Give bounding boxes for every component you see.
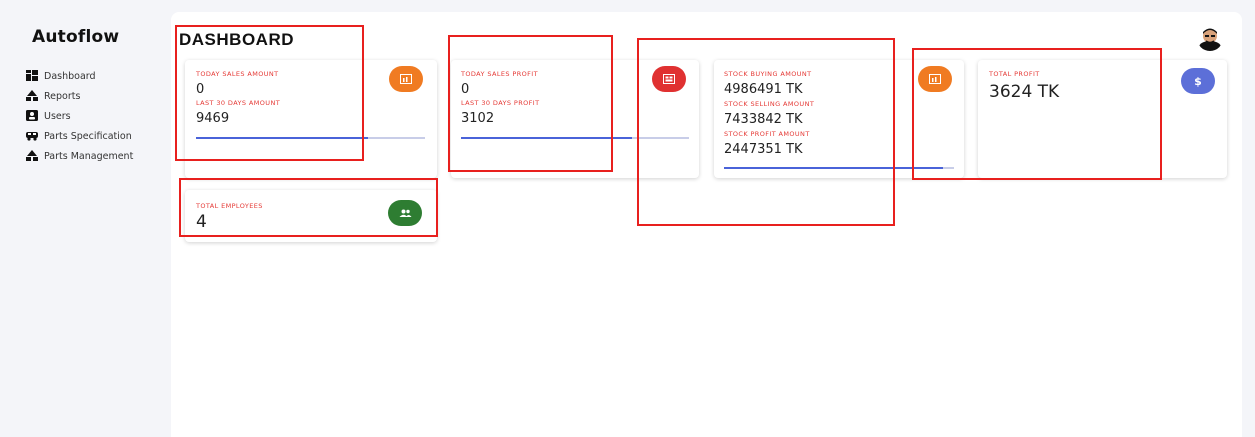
total-employees-value: 4	[196, 212, 207, 232]
stock-profit-amount-label: STOCK PROFIT AMOUNT	[724, 130, 810, 138]
last-30-days-profit-label: LAST 30 DAYS PROFIT	[461, 99, 540, 107]
reports-icon	[26, 90, 38, 102]
car-icon	[26, 130, 38, 142]
stock-profit-amount-value: 2447351 TK	[724, 142, 803, 157]
profit-progress-fill	[461, 137, 632, 139]
sidebar-item-parts-management[interactable]: Parts Management	[26, 146, 133, 166]
stock-selling-amount-value: 7433842 TK	[724, 112, 803, 127]
sidebar-nav: Dashboard Reports Users Parts Specificat…	[26, 66, 133, 166]
today-sales-profit-label: TODAY SALES PROFIT	[461, 70, 538, 78]
users-icon	[26, 110, 38, 122]
sidebar: Autoflow Dashboard Reports Users Parts S…	[0, 0, 170, 437]
last-30-days-amount-label: LAST 30 DAYS AMOUNT	[196, 99, 281, 107]
sidebar-item-dashboard[interactable]: Dashboard	[26, 66, 133, 86]
sales-card: TODAY SALES AMOUNT 0 LAST 30 DAYS AMOUNT…	[185, 60, 437, 178]
sidebar-item-label: Parts Specification	[44, 130, 132, 142]
stock-progress-fill	[724, 167, 943, 169]
chart-icon	[389, 66, 423, 92]
total-profit-value: 3624 TK	[989, 82, 1060, 102]
sidebar-item-label: Reports	[44, 90, 81, 102]
profit-card: TODAY SALES PROFIT 0 LAST 30 DAYS PROFIT…	[451, 60, 699, 178]
stock-buying-amount-label: STOCK BUYING AMOUNT	[724, 70, 812, 78]
sidebar-item-users[interactable]: Users	[26, 106, 133, 126]
sidebar-item-label: Dashboard	[44, 70, 96, 82]
sales-progress-bar	[196, 137, 425, 139]
last-30-days-profit-value: 3102	[461, 111, 495, 126]
avatar[interactable]	[1197, 25, 1223, 51]
stock-card: STOCK BUYING AMOUNT 4986491 TK STOCK SEL…	[714, 60, 964, 178]
dashboard-icon	[26, 70, 38, 82]
total-profit-card: TOTAL PROFIT 3624 TK $	[978, 60, 1227, 178]
sidebar-item-parts-specification[interactable]: Parts Specification	[26, 126, 133, 146]
employees-card: TOTAL EMPLOYEES 4	[185, 190, 437, 242]
stock-progress-bar	[724, 167, 954, 169]
brand-logo[interactable]: Autoflow	[32, 27, 119, 47]
stock-buying-amount-value: 4986491 TK	[724, 82, 803, 97]
page-title: DASHBOARD	[179, 30, 294, 49]
today-sales-amount-value: 0	[196, 82, 205, 97]
chart-icon	[918, 66, 952, 92]
sidebar-item-label: Users	[44, 110, 71, 122]
today-sales-profit-value: 0	[461, 82, 470, 97]
last-30-days-amount-value: 9469	[196, 111, 230, 126]
parts-icon	[26, 150, 38, 162]
receipt-icon	[652, 66, 686, 92]
sidebar-item-label: Parts Management	[44, 150, 134, 162]
total-profit-label: TOTAL PROFIT	[989, 70, 1040, 78]
today-sales-amount-label: TODAY SALES AMOUNT	[196, 70, 279, 78]
group-icon	[388, 200, 422, 226]
dollar-icon: $	[1181, 68, 1215, 94]
total-employees-label: TOTAL EMPLOYEES	[196, 202, 263, 210]
sidebar-item-reports[interactable]: Reports	[26, 86, 133, 106]
stock-selling-amount-label: STOCK SELLING AMOUNT	[724, 100, 815, 108]
profit-progress-bar	[461, 137, 689, 139]
sales-progress-fill	[196, 137, 368, 139]
